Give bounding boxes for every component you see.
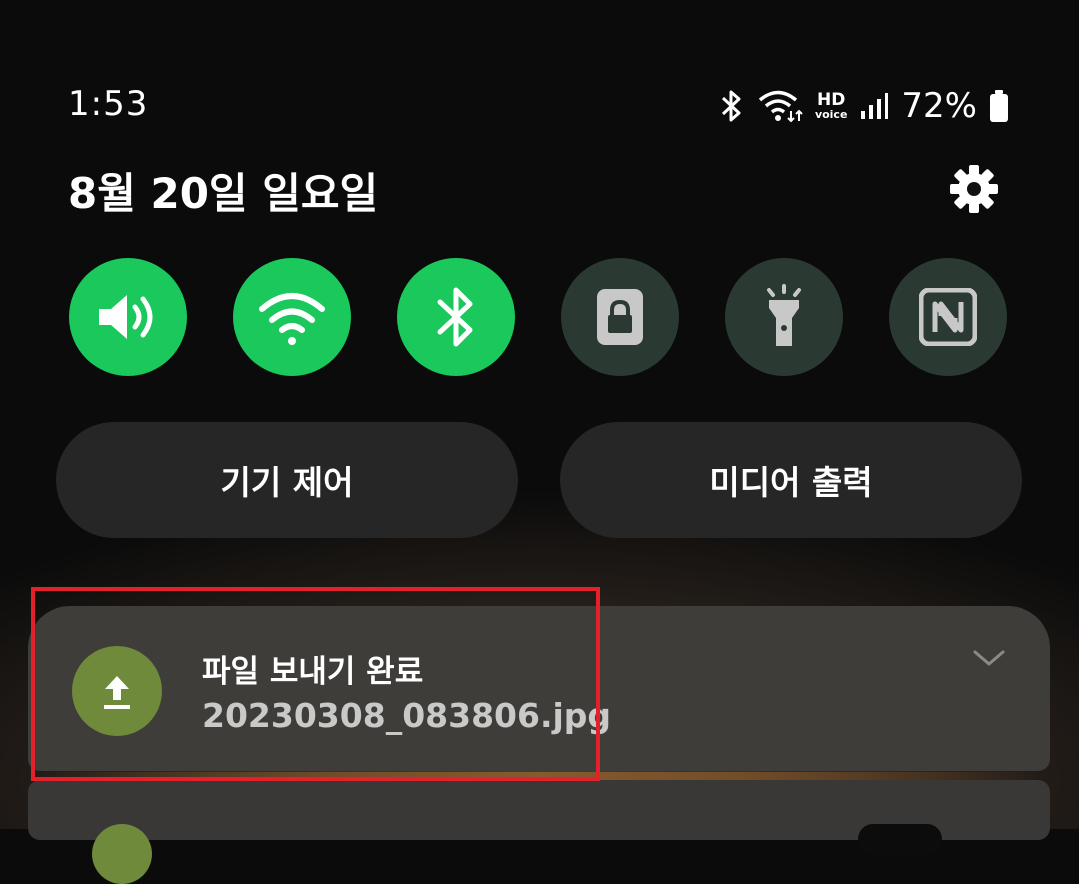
date-label: 8월 20일 일요일: [68, 169, 379, 218]
nfc-icon: [919, 288, 977, 346]
sound-toggle[interactable]: [69, 258, 187, 376]
speaker-icon: [99, 295, 153, 339]
flashlight-toggle[interactable]: [725, 258, 843, 376]
wifi-toggle[interactable]: [233, 258, 351, 376]
status-time: 1:53: [68, 84, 149, 124]
wifi-icon: [259, 293, 325, 345]
quick-settings-row: [69, 258, 1007, 376]
nfc-toggle[interactable]: [889, 258, 1007, 376]
lock-icon: [597, 289, 643, 345]
wifi-status-icon: [758, 90, 803, 123]
settings-gear-icon[interactable]: [948, 163, 1000, 215]
bluetooth-icon: [437, 287, 473, 347]
next-notification-icon: [92, 824, 152, 884]
voice-label: voice: [814, 108, 848, 121]
media-output-button[interactable]: 미디어 출력: [560, 422, 1022, 538]
status-bar: 1:53 HD voice 72%: [68, 84, 1009, 130]
next-notification[interactable]: [28, 780, 1050, 884]
bluetooth-toggle[interactable]: [397, 258, 515, 376]
secure-folder-toggle[interactable]: [561, 258, 679, 376]
hd-label: HD: [817, 90, 846, 110]
device-control-button[interactable]: 기기 제어: [56, 422, 518, 538]
signal-icon: [861, 93, 889, 119]
hd-voice-icon: HD voice: [814, 90, 848, 121]
chevron-down-icon[interactable]: [972, 648, 1006, 668]
battery-percent: 72%: [901, 86, 977, 126]
bluetooth-status-icon: [721, 90, 741, 122]
highlight-box: [31, 587, 600, 781]
battery-icon: [990, 90, 1008, 122]
status-icons: HD voice 72%: [719, 84, 1009, 128]
flashlight-icon: [767, 284, 801, 346]
